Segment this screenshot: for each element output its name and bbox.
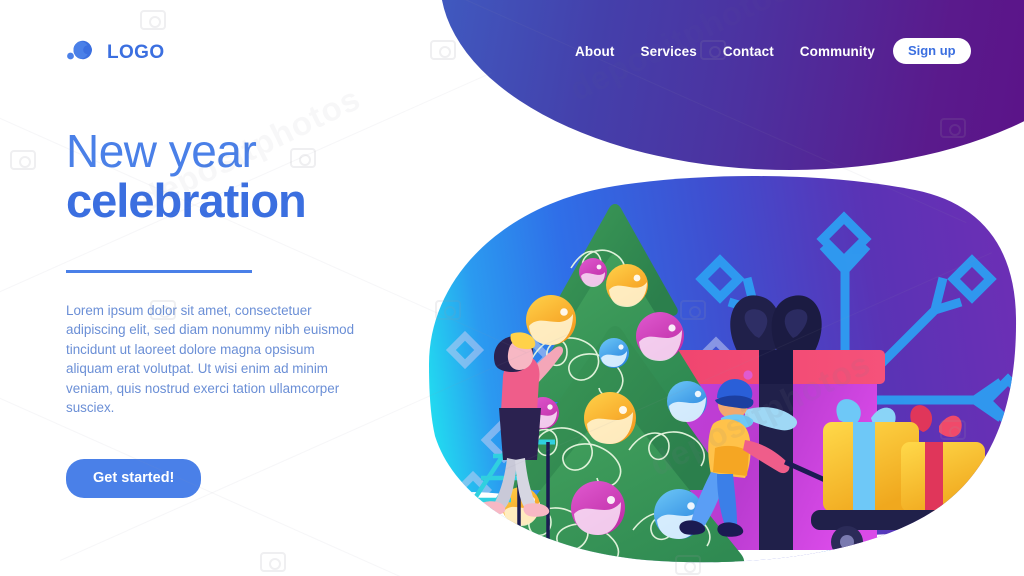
main-navigation: About Services Contact Community Sign up <box>575 38 971 64</box>
hero-title-line2: celebration <box>66 174 307 227</box>
hero-divider <box>66 269 252 273</box>
camera-icon <box>430 40 456 60</box>
header-background-shape <box>440 0 1024 170</box>
new-year-celebration-illustration <box>415 150 1024 576</box>
nav-item-community[interactable]: Community <box>800 44 875 59</box>
logo-text: LOGO <box>107 41 165 63</box>
dot-circle-logo-icon <box>66 38 100 67</box>
hero-title-line1: New year <box>66 125 257 177</box>
landing-page: LOGO About Services Contact Community Si… <box>0 0 1024 576</box>
get-started-button[interactable]: Get started! <box>66 459 202 499</box>
hero-body-text: Lorem ipsum dolor sit amet, consectetuer… <box>66 302 355 415</box>
sign-up-button[interactable]: Sign up <box>892 38 971 64</box>
nav-item-services[interactable]: Services <box>640 44 696 59</box>
hero-section: New year celebration Lorem ipsum dolor s… <box>66 125 396 499</box>
camera-icon <box>10 150 36 170</box>
nav-item-contact[interactable]: Contact <box>723 44 774 59</box>
camera-icon <box>140 10 166 30</box>
camera-icon <box>260 552 286 572</box>
nav-item-about[interactable]: About <box>575 44 614 59</box>
logo[interactable]: LOGO <box>66 38 165 67</box>
